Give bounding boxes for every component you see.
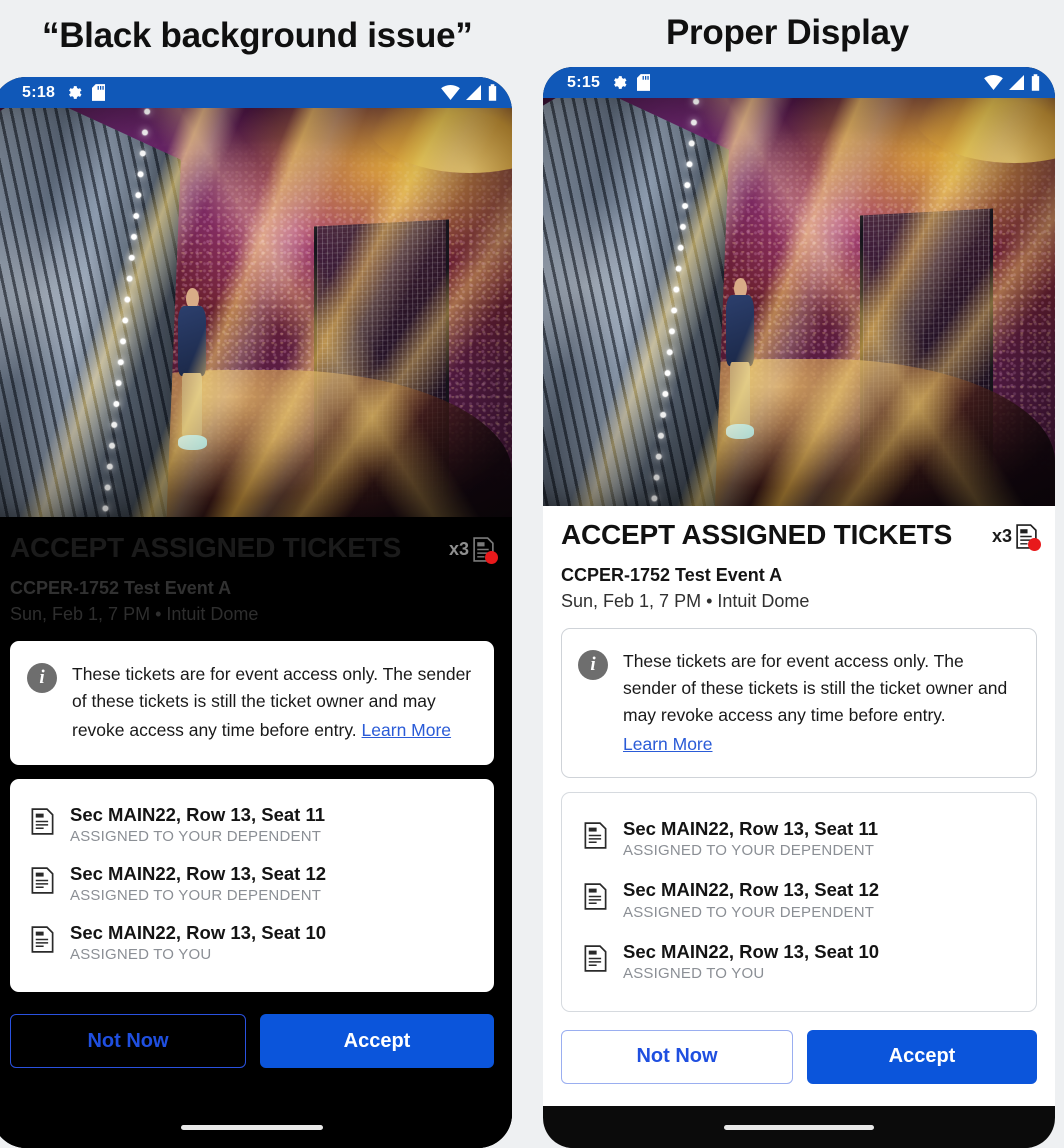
ticket-row-text: Sec MAIN22, Row 13, Seat 10 ASSIGNED TO … — [70, 922, 326, 964]
home-indicator[interactable] — [181, 1124, 323, 1130]
cellular-signal-icon — [1009, 75, 1024, 90]
event-name: CCPER-1752 Test Event A — [561, 565, 783, 586]
ticket-seat: Sec MAIN22, Row 13, Seat 11 — [70, 803, 326, 825]
battery-icon — [1031, 74, 1040, 91]
hero-vignette — [543, 98, 1055, 506]
tickets-card-left: Sec MAIN22, Row 13, Seat 11 ASSIGNED TO … — [10, 778, 494, 993]
sd-card-icon — [637, 74, 651, 91]
ticket-seat: Sec MAIN22, Row 13, Seat 10 — [623, 940, 880, 962]
info-card-left: i These tickets are for event access onl… — [10, 641, 494, 765]
ticket-count-label: x3 — [991, 526, 1012, 546]
ticket-row-text: Sec MAIN22, Row 13, Seat 10 ASSIGNED TO … — [623, 941, 879, 983]
ticket-icon — [584, 822, 607, 854]
info-card-text: These tickets are for event access only.… — [623, 651, 1008, 725]
table-row[interactable]: Sec MAIN22, Row 13, Seat 12 ASSIGNED TO … — [578, 870, 1020, 931]
cellular-signal-icon — [466, 85, 481, 100]
info-icon: i — [578, 650, 608, 681]
status-bar-right: 5:15 — [543, 67, 1055, 98]
ticket-seat: Sec MAIN22, Row 13, Seat 11 — [623, 818, 879, 840]
phone-right: 5:15 ACCEPT ASSIGNED TICKETS x3 CCPER-17… — [543, 67, 1055, 1148]
status-bar-left-group: 5:15 — [567, 73, 651, 91]
status-bar-left-group: 5:18 — [22, 83, 106, 101]
status-bar-right-group — [441, 84, 498, 101]
status-bar-right-group — [984, 74, 1041, 91]
ticket-icon — [31, 867, 54, 899]
wifi-icon — [441, 85, 460, 100]
accept-button[interactable]: Accept — [260, 1014, 494, 1069]
ticket-icon — [31, 807, 54, 840]
ticket-count-label: x3 — [448, 539, 469, 559]
comparison-page: “Black background issue” Proper Display … — [0, 0, 1064, 1148]
table-row[interactable]: Sec MAIN22, Row 13, Seat 11 ASSIGNED TO … — [27, 796, 477, 855]
hero-vignette — [0, 108, 512, 517]
ticket-row-text: Sec MAIN22, Row 13, Seat 11 ASSIGNED TO … — [70, 804, 325, 846]
page-title: ACCEPT ASSIGNED TICKETS — [561, 519, 953, 550]
screen-body-right: ACCEPT ASSIGNED TICKETS x3 CCPER-1752 Te… — [543, 506, 1055, 1147]
wifi-icon — [984, 75, 1003, 90]
ticket-assignment: ASSIGNED TO YOU — [70, 946, 212, 964]
info-card-text-wrap: These tickets are for event access only.… — [72, 661, 475, 743]
ticket-count-badge: x3 — [448, 533, 498, 564]
not-now-button[interactable]: Not Now — [561, 1029, 793, 1084]
ticket-assignment: ASSIGNED TO YOU — [623, 964, 765, 982]
ticket-seat: Sec MAIN22, Row 13, Seat 12 — [70, 862, 327, 884]
info-card-right: i These tickets are for event access onl… — [561, 628, 1037, 779]
ticket-row-text: Sec MAIN22, Row 13, Seat 12 ASSIGNED TO … — [623, 879, 879, 921]
event-name: CCPER-1752 Test Event A — [10, 578, 232, 599]
table-row[interactable]: Sec MAIN22, Row 13, Seat 10 ASSIGNED TO … — [578, 932, 1020, 993]
ticket-row-text: Sec MAIN22, Row 13, Seat 12 ASSIGNED TO … — [70, 863, 326, 905]
battery-icon — [488, 84, 497, 101]
home-indicator-area-left — [0, 1106, 512, 1148]
table-row[interactable]: Sec MAIN22, Row 13, Seat 11 ASSIGNED TO … — [578, 809, 1020, 870]
learn-more-link[interactable]: Learn More — [623, 731, 713, 758]
table-row[interactable]: Sec MAIN22, Row 13, Seat 12 ASSIGNED TO … — [27, 855, 477, 914]
ticket-assignment: ASSIGNED TO YOUR DEPENDENT — [70, 886, 322, 904]
ticket-row-text: Sec MAIN22, Row 13, Seat 11 ASSIGNED TO … — [623, 818, 878, 860]
ticket-assignment: ASSIGNED TO YOUR DEPENDENT — [623, 903, 875, 921]
not-now-button[interactable]: Not Now — [10, 1014, 246, 1069]
status-time: 5:18 — [22, 83, 56, 101]
ticket-icon — [31, 926, 54, 958]
event-meta: Sun, Feb 1, 7 PM • Intuit Dome — [10, 603, 259, 624]
ticket-count-badge: x3 — [991, 520, 1041, 551]
home-indicator-area-right — [543, 1106, 1055, 1148]
ticket-icon — [584, 883, 607, 915]
caption-left: “Black background issue” — [42, 16, 473, 55]
info-card-text-wrap: These tickets are for event access only.… — [623, 648, 1018, 757]
title-row-left: ACCEPT ASSIGNED TICKETS x3 — [10, 517, 498, 564]
event-hero-image-left — [0, 108, 512, 517]
gear-icon — [614, 76, 627, 89]
title-row-right: ACCEPT ASSIGNED TICKETS x3 — [561, 506, 1041, 551]
learn-more-link[interactable]: Learn More — [362, 717, 452, 744]
ticket-icon — [584, 944, 607, 977]
caption-right: Proper Display — [666, 13, 909, 52]
status-bar-left: 5:18 — [0, 77, 512, 108]
ticket-seat: Sec MAIN22, Row 13, Seat 10 — [70, 921, 327, 943]
table-row[interactable]: Sec MAIN22, Row 13, Seat 10 ASSIGNED TO … — [27, 914, 477, 973]
ticket-assignment: ASSIGNED TO YOUR DEPENDENT — [70, 827, 322, 845]
page-title: ACCEPT ASSIGNED TICKETS — [10, 532, 402, 563]
home-indicator[interactable] — [724, 1124, 874, 1130]
notification-dot — [485, 551, 498, 564]
action-buttons-right: Not Now Accept — [561, 1029, 1037, 1084]
gear-icon — [69, 86, 82, 99]
tickets-card-right: Sec MAIN22, Row 13, Seat 11 ASSIGNED TO … — [561, 792, 1037, 1012]
accept-button[interactable]: Accept — [807, 1029, 1037, 1084]
info-icon: i — [27, 663, 57, 694]
phone-left: 5:18 ACCEPT ASSIGNED TICKETS x3 CCPER-17… — [0, 77, 512, 1148]
notification-dot — [1028, 538, 1041, 551]
action-buttons-left: Not Now Accept — [10, 1014, 494, 1069]
event-hero-image-right — [543, 98, 1055, 506]
ticket-seat: Sec MAIN22, Row 13, Seat 12 — [623, 879, 880, 901]
ticket-assignment: ASSIGNED TO YOUR DEPENDENT — [623, 842, 875, 860]
sd-card-icon — [92, 84, 106, 101]
event-meta: Sun, Feb 1, 7 PM • Intuit Dome — [561, 590, 810, 611]
status-time: 5:15 — [567, 73, 601, 91]
screen-body-left: ACCEPT ASSIGNED TICKETS x3 CCPER-1752 Te… — [0, 517, 512, 1148]
